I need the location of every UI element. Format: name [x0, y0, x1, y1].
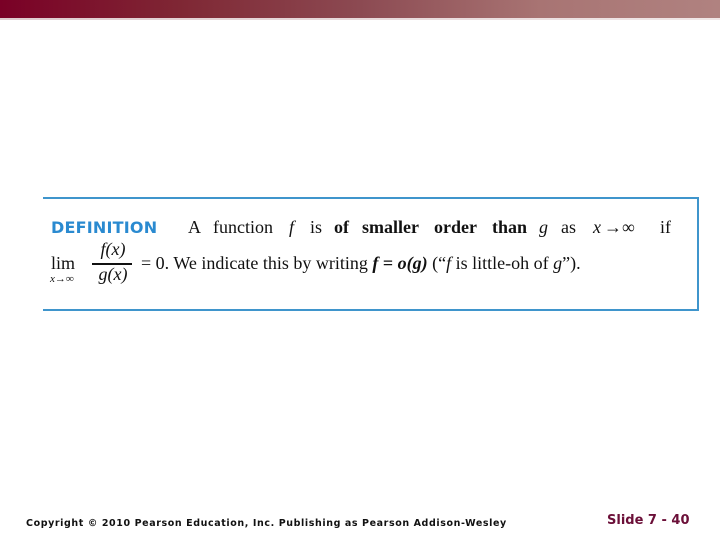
word: A [188, 217, 201, 237]
definition-label: DEFINITION [51, 218, 158, 237]
arrow-infinity: →∞ [604, 217, 635, 237]
title-gradient-bar [0, 0, 720, 18]
word: function [213, 217, 273, 237]
quote-open: (“ [427, 253, 447, 273]
symbol-x: x [593, 217, 601, 237]
slide-number: Slide 7 - 40 [607, 513, 690, 528]
symbol-f: f [289, 217, 295, 237]
quote-close: ”). [562, 253, 581, 273]
word-bold: than [492, 217, 528, 237]
word: as [561, 217, 576, 237]
symbol-g: g [539, 217, 548, 237]
word: if [660, 217, 671, 237]
quote-text: is little-oh of [451, 253, 554, 273]
italic-g: g [553, 253, 563, 273]
equals-zero-text: = 0. We indicate this by writing [141, 253, 373, 273]
numerator: f(x) [100, 239, 126, 259]
word-bold: smaller [362, 217, 419, 237]
denominator: g(x) [98, 264, 128, 284]
copyright-footer: Copyright © 2010 Pearson Education, Inc.… [26, 518, 507, 529]
definition-line-2: lim x→∞ f(x) g(x) = 0. We indicate this … [50, 239, 681, 291]
definition-box: DEFINITION A function f is of smaller or… [43, 197, 699, 311]
limit-subscript: x→∞ [50, 273, 74, 285]
definition-statement: = 0. We indicate this by writing f = o(g… [141, 253, 581, 274]
equals-sign: = [378, 253, 398, 273]
word-bold: order [434, 217, 477, 237]
word-bold: of [334, 217, 349, 237]
limit-operator: lim [51, 253, 76, 273]
word: is [310, 217, 323, 237]
little-oh-g: o(g) [397, 253, 428, 273]
title-bar-shadow [0, 18, 720, 20]
